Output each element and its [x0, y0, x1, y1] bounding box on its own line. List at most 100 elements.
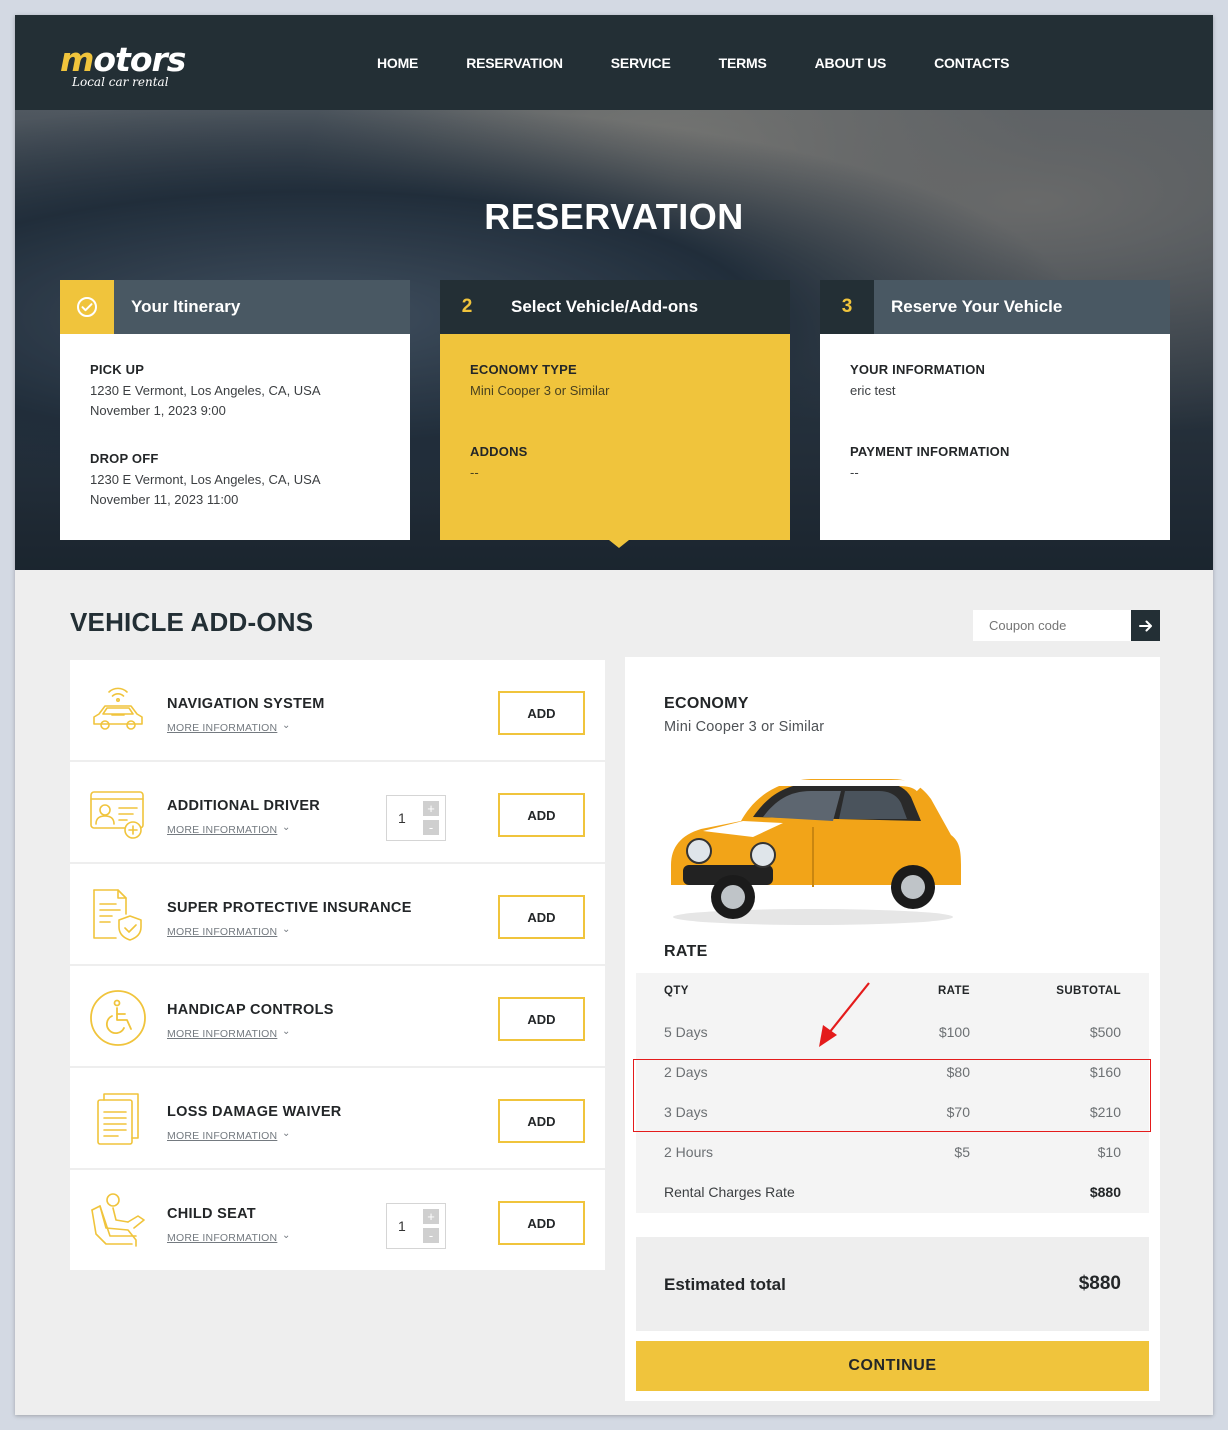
addon-child-seat: CHILD SEAT MORE INFORMATION ⌄ 1 + - ADD: [70, 1170, 605, 1272]
addon-handicap-controls: HANDICAP CONTROLS MORE INFORMATION ⌄ ADD: [70, 966, 605, 1068]
column-header-subtotal: SUBTOTAL: [1056, 985, 1121, 997]
highlight-box: [633, 1059, 1151, 1132]
step-number: 3: [820, 280, 874, 334]
step-title: Reserve Your Vehicle: [891, 297, 1063, 316]
insurance-document-icon: [93, 889, 142, 941]
wheelchair-icon: [90, 990, 146, 1046]
increment-button[interactable]: +: [423, 1209, 439, 1224]
dropoff-address: 1230 E Vermont, Los Angeles, CA, USA: [90, 472, 321, 487]
row-qty: 2 Hours: [664, 1144, 714, 1160]
chevron-down-icon[interactable]: ⌄: [282, 924, 290, 935]
dropoff-label: DROP OFF: [90, 451, 159, 466]
estimated-total-value: $880: [1078, 1273, 1121, 1294]
more-information-link[interactable]: MORE INFORMATION: [167, 824, 277, 836]
more-information-link[interactable]: MORE INFORMATION: [167, 926, 277, 938]
estimated-total-box: Estimated total $880: [636, 1237, 1149, 1331]
decrement-button[interactable]: -: [423, 1228, 439, 1243]
chevron-down-icon[interactable]: ⌄: [282, 822, 290, 833]
rental-charges-label: Rental Charges Rate: [664, 1184, 795, 1200]
nav-home[interactable]: HOME: [377, 55, 418, 71]
more-information-link[interactable]: MORE INFORMATION: [167, 1232, 277, 1244]
hero-banner: RESERVATION Your Itinerary PICK UP 1230 …: [15, 110, 1213, 570]
more-information-link[interactable]: MORE INFORMATION: [167, 1028, 277, 1040]
add-driver-button[interactable]: ADD: [498, 793, 585, 837]
addons-list: NAVIGATION SYSTEM MORE INFORMATION ⌄ ADD…: [70, 660, 605, 1272]
row-subtotal: $500: [1089, 1024, 1121, 1040]
addons-label: ADDONS: [470, 444, 528, 459]
column-header-rate: RATE: [937, 985, 970, 997]
rental-charges-value: $880: [1089, 1184, 1121, 1200]
vehicle-type-label: ECONOMY TYPE: [470, 362, 577, 377]
vehicle-class: ECONOMY: [664, 695, 749, 712]
your-information-label: YOUR INFORMATION: [850, 362, 986, 377]
active-step-pointer: [609, 540, 629, 548]
column-header-qty: QTY: [664, 985, 689, 997]
add-insurance-button[interactable]: ADD: [498, 895, 585, 939]
child-seat-icon: [91, 1193, 145, 1247]
more-information-link[interactable]: MORE INFORMATION: [167, 722, 277, 734]
step-itinerary[interactable]: Your Itinerary PICK UP 1230 E Vermont, L…: [60, 280, 410, 540]
nav-service[interactable]: SERVICE: [611, 55, 671, 71]
chevron-down-icon[interactable]: ⌄: [282, 1026, 290, 1037]
step-title: Your Itinerary: [131, 297, 241, 316]
decrement-button[interactable]: -: [423, 820, 439, 835]
logo[interactable]: motors Local car rental: [60, 40, 186, 90]
pickup-address: 1230 E Vermont, Los Angeles, CA, USA: [90, 383, 321, 398]
step-title: Select Vehicle/Add-ons: [511, 297, 699, 316]
addon-super-protective-insurance: SUPER PROTECTIVE INSURANCE MORE INFORMAT…: [70, 864, 605, 966]
add-navigation-button[interactable]: ADD: [498, 691, 585, 735]
logo-name: otors: [93, 40, 186, 79]
table-row: 2 Hours $5 $10: [636, 1133, 1149, 1173]
add-child-seat-button[interactable]: ADD: [498, 1201, 585, 1245]
quantity-stepper[interactable]: 1 + -: [386, 795, 446, 841]
coupon-input[interactable]: [973, 610, 1131, 641]
quantity-stepper[interactable]: 1 + -: [386, 1203, 446, 1249]
step-reserve[interactable]: 3 Reserve Your Vehicle YOUR INFORMATION …: [820, 280, 1170, 540]
continue-button[interactable]: CONTINUE: [636, 1341, 1149, 1391]
add-handicap-button[interactable]: ADD: [498, 997, 585, 1041]
nav-about-us[interactable]: ABOUT US: [815, 55, 887, 71]
addons-value: --: [470, 465, 479, 480]
arrow-right-icon: [1138, 620, 1152, 631]
pickup-date: November 1, 2023 9:00: [90, 403, 226, 418]
site-header: motors Local car rental HOME RESERVATION…: [15, 15, 1213, 110]
addon-name: CHILD SEAT: [167, 1206, 256, 1222]
add-waiver-button[interactable]: ADD: [498, 1099, 585, 1143]
increment-button[interactable]: +: [423, 801, 439, 816]
chevron-down-icon[interactable]: ⌄: [282, 720, 290, 731]
pickup-label: PICK UP: [90, 362, 145, 377]
step-select-vehicle[interactable]: 2 Select Vehicle/Add-ons ECONOMY TYPE Mi…: [440, 280, 790, 548]
addon-name: SUPER PROTECTIVE INSURANCE: [167, 900, 412, 916]
page-frame: motors Local car rental HOME RESERVATION…: [15, 15, 1213, 1415]
addon-additional-driver: ADDITIONAL DRIVER MORE INFORMATION ⌄ 1 +…: [70, 762, 605, 864]
chevron-down-icon[interactable]: ⌄: [282, 1230, 290, 1241]
logo-initial: m: [60, 40, 94, 79]
coupon-submit-button[interactable]: [1131, 610, 1160, 641]
row-subtotal: $10: [1097, 1144, 1121, 1160]
navigation-car-icon: [93, 687, 143, 730]
dropoff-date: November 11, 2023 11:00: [90, 492, 239, 507]
estimated-total-label: Estimated total: [664, 1275, 786, 1294]
more-information-link[interactable]: MORE INFORMATION: [167, 1130, 277, 1142]
vehicle-model: Mini Cooper 3 or Similar: [664, 719, 825, 735]
reservation-summary: ECONOMY Mini Cooper 3 or Similar RATE QT…: [625, 657, 1160, 1401]
your-information-value: eric test: [850, 383, 896, 398]
main-nav: HOME RESERVATION SERVICE TERMS ABOUT US …: [377, 55, 1057, 71]
nav-contacts[interactable]: CONTACTS: [934, 55, 1009, 71]
page-title: RESERVATION: [484, 196, 744, 237]
red-arrow-annotation: [819, 982, 870, 1047]
chevron-down-icon[interactable]: ⌄: [282, 1128, 290, 1139]
addons-heading: VEHICLE ADD-ONS: [70, 607, 314, 637]
table-row: 5 Days $100 $500: [636, 1013, 1149, 1053]
nav-reservation[interactable]: RESERVATION: [466, 55, 563, 71]
addon-name: ADDITIONAL DRIVER: [167, 798, 321, 814]
rate-heading: RATE: [664, 943, 708, 960]
nav-terms[interactable]: TERMS: [719, 55, 767, 71]
payment-information-label: PAYMENT INFORMATION: [850, 444, 1010, 459]
step-number: 2: [440, 280, 494, 334]
checkmark-icon: [60, 280, 114, 334]
vehicle-type-value: Mini Cooper 3 or Similar: [470, 383, 610, 398]
driver-license-icon: [90, 791, 144, 839]
addon-name: NAVIGATION SYSTEM: [167, 696, 325, 712]
car-image: [671, 779, 961, 925]
